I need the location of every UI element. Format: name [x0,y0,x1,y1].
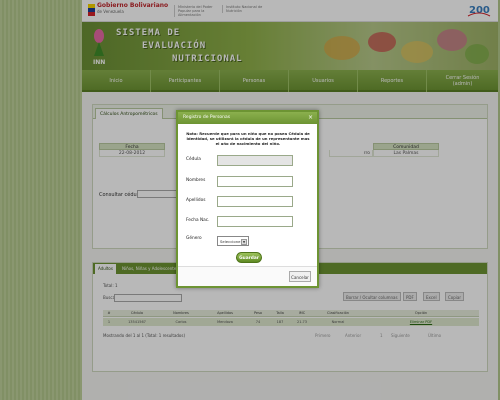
genero-select[interactable]: Seleccione ▼ [217,236,249,246]
chevron-down-icon: ▼ [241,239,247,245]
cancel-button[interactable]: Cancelar [289,271,311,282]
apellidos-label: Apellidos [186,198,206,203]
registro-personas-dialog: Registro de Personas × Nota: Recuerde qu… [176,110,319,288]
nombres-label: Nombres [186,178,206,183]
dialog-note: Nota: Recuerde que para un niño que no p… [186,131,310,146]
dialog-title: Registro de Personas [178,112,317,124]
nombres-field[interactable] [217,176,293,187]
fecha-nac-label: Fecha Nac. [186,218,210,223]
apellidos-field[interactable] [217,196,293,207]
genero-label: Género [186,236,202,241]
cedula-label: Cédula [186,157,201,162]
cedula-field[interactable] [217,155,293,166]
save-button[interactable]: Guardar [236,252,262,263]
genero-selected-value: Seleccione [220,239,241,244]
dialog-footer: Cancelar [178,266,317,286]
close-icon[interactable]: × [307,114,314,121]
fecha-nac-field[interactable] [217,216,293,227]
